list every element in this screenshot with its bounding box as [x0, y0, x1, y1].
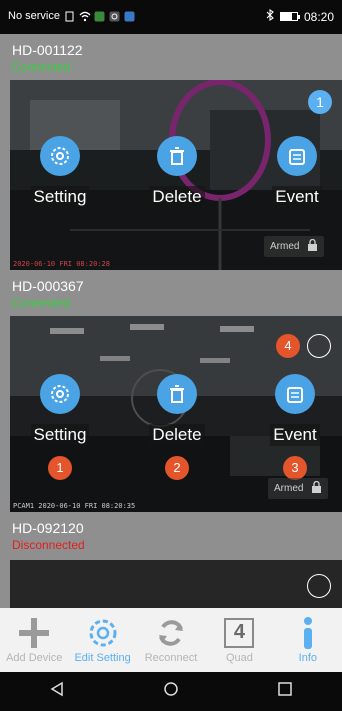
carrier-text: No service	[8, 10, 60, 22]
battery-icon	[279, 12, 300, 21]
armed-status[interactable]: Armed	[264, 236, 325, 257]
sim-icon	[64, 11, 75, 22]
callout-badge: 3	[283, 456, 307, 480]
calendar-icon	[277, 136, 317, 176]
quad-number: 4	[224, 618, 255, 648]
quad-button[interactable]: 4 Quad	[205, 608, 273, 672]
info-icon	[274, 614, 342, 652]
select-circle[interactable]	[307, 574, 331, 598]
camera-name: HD-001122	[12, 42, 83, 58]
camera-video-tile[interactable]: Setting Delete Event 1 Armed 2020-06-10 …	[10, 80, 342, 270]
gear-icon	[68, 614, 136, 652]
delete-action[interactable]: Delete	[132, 374, 222, 446]
armed-status[interactable]: Armed	[268, 478, 329, 499]
lock-icon	[307, 238, 318, 254]
gear-icon	[40, 136, 80, 176]
event-label: Event	[272, 186, 322, 208]
trash-icon	[157, 136, 197, 176]
status-bar: No service 08:20	[0, 0, 342, 34]
trash-icon	[157, 374, 197, 414]
callout-badge: 2	[165, 456, 189, 480]
add-device-button[interactable]: Add Device	[0, 608, 68, 672]
reconnect-label: Reconnect	[144, 652, 198, 664]
app-notification-icon	[94, 11, 105, 22]
home-icon[interactable]	[163, 681, 179, 702]
camera-name: HD-092120	[12, 520, 84, 536]
calendar-icon	[275, 374, 315, 414]
add-device-label: Add Device	[6, 652, 63, 664]
select-circle[interactable]	[307, 334, 331, 358]
system-nav-bar	[0, 672, 342, 711]
recents-icon[interactable]	[277, 681, 293, 702]
camera-notification-icon	[109, 11, 120, 22]
camera-header[interactable]: HD-092120 Disconnected	[0, 512, 342, 558]
setting-label: Setting	[30, 186, 90, 208]
camera-list[interactable]: HD-001122 Connected Setting Delete Event…	[0, 34, 342, 608]
camera-header[interactable]: HD-000367 Connected	[0, 270, 342, 316]
delete-label: Delete	[149, 186, 205, 208]
edit-setting-label: Edit Setting	[74, 652, 131, 664]
plus-icon	[0, 614, 68, 652]
lock-icon	[311, 480, 322, 496]
setting-action[interactable]: Setting	[15, 374, 105, 446]
info-button[interactable]: Info	[274, 608, 342, 672]
bluetooth-icon	[266, 8, 274, 24]
event-action[interactable]: Event	[250, 374, 340, 446]
clock: 08:20	[303, 9, 334, 24]
setting-action[interactable]: Setting	[15, 136, 105, 208]
gear-icon	[40, 374, 80, 414]
video-timestamp: 2020-06-10 FRI 08:20:28	[13, 260, 110, 268]
camera-video-tile[interactable]	[10, 560, 342, 608]
camera-header[interactable]: HD-001122 Connected	[0, 34, 342, 80]
delete-label: Delete	[149, 424, 205, 446]
camera-name: HD-000367	[12, 278, 84, 294]
delete-action[interactable]: Delete	[132, 136, 222, 208]
wifi-icon	[79, 11, 91, 22]
setting-label: Setting	[30, 424, 90, 446]
connection-status: Disconnected	[12, 538, 85, 552]
armed-label: Armed	[274, 483, 304, 494]
reconnect-button[interactable]: Reconnect	[137, 608, 205, 672]
armed-label: Armed	[270, 241, 300, 252]
quad-label: Quad	[225, 652, 253, 664]
edit-setting-button[interactable]: Edit Setting	[68, 608, 136, 672]
bottom-toolbar: Add Device Edit Setting Reconnect 4 Quad…	[0, 608, 342, 672]
info-label: Info	[298, 652, 317, 664]
video-timestamp: PCAM1 2020-06-10 FRI 08:20:35	[13, 502, 136, 510]
camera-video-tile[interactable]: Setting Delete Event 4 1 2 3 Armed PCAM1…	[10, 316, 342, 512]
refresh-icon	[137, 614, 205, 652]
event-label: Event	[270, 424, 320, 446]
connection-status: Connected	[12, 60, 71, 74]
callout-badge: 4	[276, 334, 300, 358]
image-notification-icon	[124, 11, 135, 22]
event-action[interactable]: Event	[252, 136, 342, 208]
selection-badge[interactable]: 1	[308, 90, 332, 114]
back-icon[interactable]	[49, 681, 65, 702]
connection-status: Connected	[12, 296, 71, 310]
callout-badge: 1	[48, 456, 72, 480]
quad-icon: 4	[205, 614, 273, 652]
